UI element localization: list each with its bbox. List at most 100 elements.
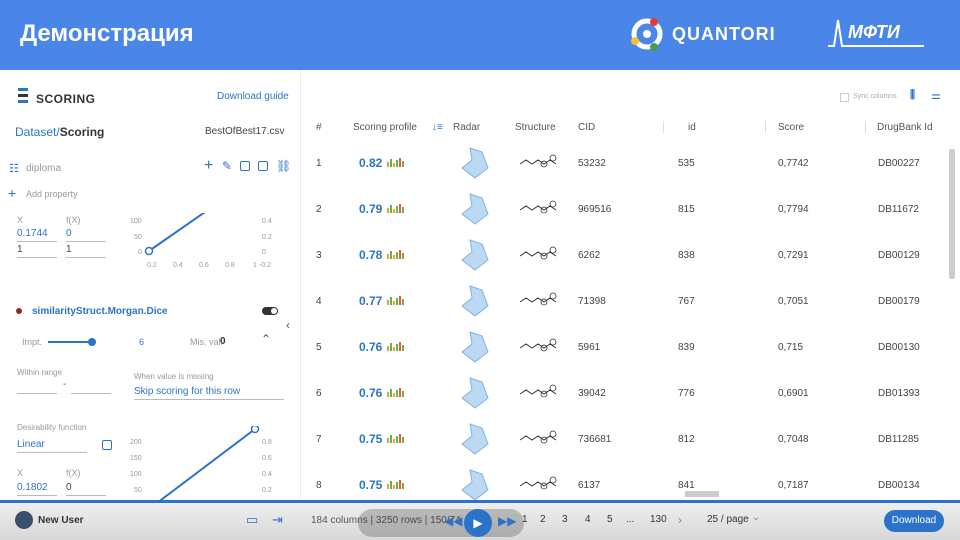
scoring-profile-value: 0.78 (359, 248, 383, 262)
settings-sliders-icon[interactable]: ⚌ (931, 89, 941, 102)
range-min-input[interactable] (17, 380, 57, 394)
chevron-up-icon[interactable]: ⌃ (261, 332, 271, 346)
fx1-input[interactable]: 0 (66, 228, 106, 242)
next-page-icon[interactable]: › (678, 513, 682, 527)
header-divider (865, 121, 866, 133)
row-number: 2 (316, 204, 322, 215)
plot1-y-tick: 50 (134, 234, 142, 241)
download-guide-link[interactable]: Download guide (217, 91, 289, 102)
importance-slider[interactable] (48, 338, 96, 346)
sync-columns-checkbox[interactable] (840, 93, 849, 102)
id-cell: 812 (678, 434, 695, 445)
logout-icon[interactable]: ⇥ (272, 512, 283, 528)
header-structure[interactable]: Structure (515, 122, 556, 133)
table-row[interactable]: 3 0.78 6262 838 0,7291 DB00129 (305, 232, 945, 278)
quantori-logo: QUANTORI (630, 16, 776, 52)
property-toggle[interactable] (262, 307, 278, 315)
page-130[interactable]: 130 (650, 514, 667, 525)
desirability-select[interactable]: Linear (17, 439, 87, 453)
media-controls[interactable]: ◀◀ ▶ ▶▶ (358, 509, 524, 537)
range-max-input[interactable] (71, 380, 111, 394)
header-scoring-profile[interactable]: Scoring profile (353, 122, 417, 133)
comment-icon[interactable]: ▭ (246, 512, 258, 528)
fx1-input-2[interactable]: 0 (66, 482, 106, 496)
table-row[interactable]: 6 0.76 39042 776 0,6901 DB01393 (305, 370, 945, 416)
missing-label: When value is missing (134, 372, 214, 381)
breadcrumb-dataset[interactable]: Dataset/ (15, 125, 60, 139)
profile-bar (390, 435, 392, 443)
forward-icon[interactable]: ▶▶ (498, 514, 516, 528)
link-icon[interactable]: ⛓ (276, 159, 291, 173)
missing-action-select[interactable]: Skip scoring for this row (134, 386, 284, 400)
profile-name[interactable]: diploma (26, 163, 61, 174)
header-score[interactable]: Score (778, 122, 804, 133)
structure-image (519, 246, 557, 260)
play-button[interactable]: ▶ (464, 509, 492, 537)
page-4[interactable]: 4 (585, 514, 591, 525)
plot1-r-tick: 0.2 (262, 234, 272, 241)
scoring-profile-value: 0.82 (359, 156, 383, 170)
page-ellipsis[interactable]: ... (626, 514, 634, 525)
profile-bars (387, 157, 405, 167)
vertical-scrollbar[interactable] (948, 145, 956, 505)
header-num[interactable]: # (316, 122, 322, 133)
table-row[interactable]: 1 0.82 53232 535 0,7742 DB00227 (305, 140, 945, 186)
collapse-panel-icon[interactable]: ‹ (286, 318, 290, 332)
within-range-label: Within range (17, 368, 62, 377)
profile-bar (396, 436, 398, 443)
header-id[interactable]: id (688, 122, 696, 133)
x1-input-2[interactable]: 0.1802 (17, 482, 57, 496)
table-row[interactable]: 2 0.79 969516 815 0,7794 DB11672 (305, 186, 945, 232)
sort-icon[interactable]: ↓≡ (432, 122, 443, 133)
save-icon[interactable] (240, 161, 250, 171)
table-row[interactable]: 7 0.75 736681 812 0,7048 DB11285 (305, 416, 945, 462)
x1-input[interactable]: 0.1744 (17, 228, 57, 242)
header-cid[interactable]: CID (578, 122, 595, 133)
profile-bar (402, 299, 404, 305)
plot2-handle[interactable] (250, 426, 260, 434)
plot1-x-tick: 0.4 (173, 262, 183, 269)
plot2-y-tick: 150 (130, 455, 142, 462)
missing-value-value[interactable]: 0 (220, 336, 226, 347)
id-cell: 839 (678, 342, 695, 353)
row-number: 1 (316, 158, 322, 169)
x2-input[interactable]: 1 (17, 244, 57, 258)
profile-bar (402, 345, 404, 351)
page-2[interactable]: 2 (540, 514, 546, 525)
page-size-select[interactable]: 25 / page (707, 514, 749, 525)
plot1-handle[interactable] (144, 246, 154, 256)
property-name[interactable]: similarityStruct.Morgan.Dice (32, 306, 168, 317)
structure-image (519, 338, 557, 352)
avatar[interactable] (15, 511, 33, 529)
fx2-input[interactable]: 1 (66, 244, 106, 258)
table-row[interactable]: 5 0.76 5961 839 0,715 DB00130 (305, 324, 945, 370)
edit-icon[interactable]: ✎ (222, 159, 232, 173)
user-name[interactable]: New User (38, 515, 84, 526)
save-as-icon[interactable] (258, 161, 268, 171)
header-drugbank[interactable]: DrugBank Id (877, 122, 933, 133)
header-radar[interactable]: Radar (453, 122, 480, 133)
quantori-logo-text: QUANTORI (672, 23, 776, 44)
profile-bar (390, 297, 392, 305)
page-3[interactable]: 3 (562, 514, 568, 525)
cid-cell: 969516 (578, 204, 612, 215)
page-5[interactable]: 5 (607, 514, 613, 525)
profile-bar (390, 481, 392, 489)
table-row[interactable]: 4 0.77 71398 767 0,7051 DB00179 (305, 278, 945, 324)
save-function-icon[interactable] (102, 440, 112, 450)
horizontal-scrollbar[interactable] (685, 490, 945, 498)
add-property-link[interactable]: Add property (26, 189, 78, 199)
chevron-down-icon[interactable]: ⌄ (752, 512, 760, 523)
header-divider (663, 121, 664, 133)
download-button[interactable]: Download (884, 510, 944, 532)
property-dot (16, 308, 22, 314)
add-property-icon[interactable]: + (8, 185, 16, 201)
cid-cell: 71398 (578, 296, 606, 307)
rewind-icon[interactable]: ◀◀ (444, 514, 462, 528)
cid-cell: 736681 (578, 434, 612, 445)
score-cell: 0,7291 (778, 250, 809, 261)
page-1[interactable]: 1 (522, 514, 528, 525)
plot1-x-tick: 0.8 (225, 262, 235, 269)
columns-icon[interactable]: ⫼ (910, 89, 915, 102)
add-icon[interactable]: + (204, 157, 213, 175)
